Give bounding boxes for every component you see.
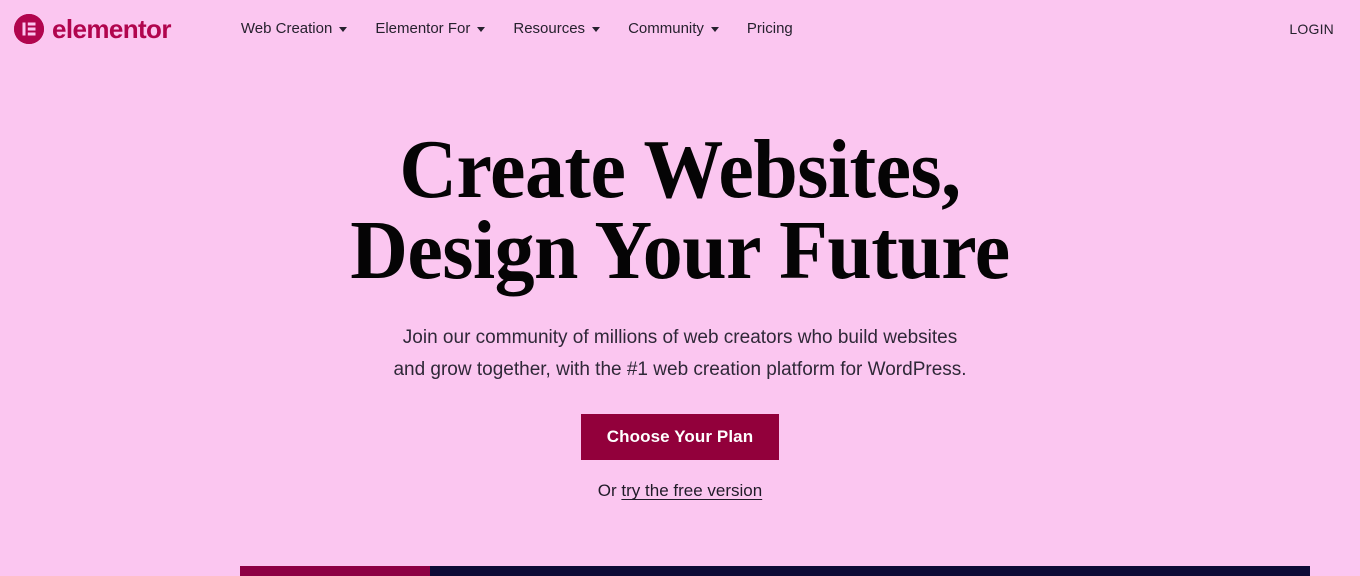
nav-item-label: Web Creation	[240, 20, 333, 37]
brand-name: elementor	[52, 13, 171, 44]
hero-subtitle-line-2: and grow together, with the #1 web creat…	[393, 358, 967, 380]
accent-bar-crimson	[240, 566, 430, 576]
bottom-accent-bars	[240, 566, 1310, 576]
hero-subtitle-line-1: Join our community of millions of web cr…	[402, 326, 958, 348]
chevron-down-icon	[477, 27, 486, 32]
chevron-down-icon	[339, 27, 348, 32]
page-title-line-1: Create Websites,	[399, 123, 961, 216]
site-header: elementor Web Creation Elementor For Res…	[0, 0, 1360, 57]
header-right-group: LOGIN	[1287, 16, 1336, 42]
choose-your-plan-button[interactable]: Choose Your Plan	[581, 414, 779, 461]
elementor-logo-icon	[14, 13, 44, 44]
free-version-prefix: Or	[597, 481, 622, 501]
cta-group: Choose Your Plan Or try the free version	[0, 385, 1360, 499]
login-link[interactable]: LOGIN	[1287, 16, 1336, 42]
chevron-down-icon	[710, 27, 719, 32]
try-free-version-link[interactable]: try the free version	[621, 481, 762, 500]
nav-item-elementor-for[interactable]: Elementor For	[361, 15, 499, 42]
main-navigation: Web Creation Elementor For Resources Com…	[227, 15, 807, 42]
page-title-line-2: Design Your Future	[350, 204, 1010, 298]
accent-bar-navy	[430, 566, 1310, 576]
hero-section: Create Websites, Design Your Future Join…	[0, 57, 1360, 499]
landing-page: elementor Web Creation Elementor For Res…	[0, 0, 1360, 576]
brand-logo[interactable]: elementor	[14, 13, 171, 44]
nav-item-pricing[interactable]: Pricing	[733, 15, 807, 42]
page-title: Create Websites, Design Your Future	[34, 57, 1326, 298]
nav-item-label: Pricing	[746, 20, 793, 37]
nav-item-label: Resources	[513, 20, 586, 37]
hero-subtitle: Join our community of millions of web cr…	[0, 292, 1360, 385]
free-version-line: Or try the free version	[598, 460, 762, 499]
nav-item-web-creation[interactable]: Web Creation	[227, 15, 361, 42]
chevron-down-icon	[592, 27, 601, 32]
nav-item-label: Elementor For	[375, 20, 471, 37]
nav-item-resources[interactable]: Resources	[499, 15, 614, 42]
nav-item-community[interactable]: Community	[614, 15, 733, 42]
nav-item-label: Community	[628, 20, 704, 37]
